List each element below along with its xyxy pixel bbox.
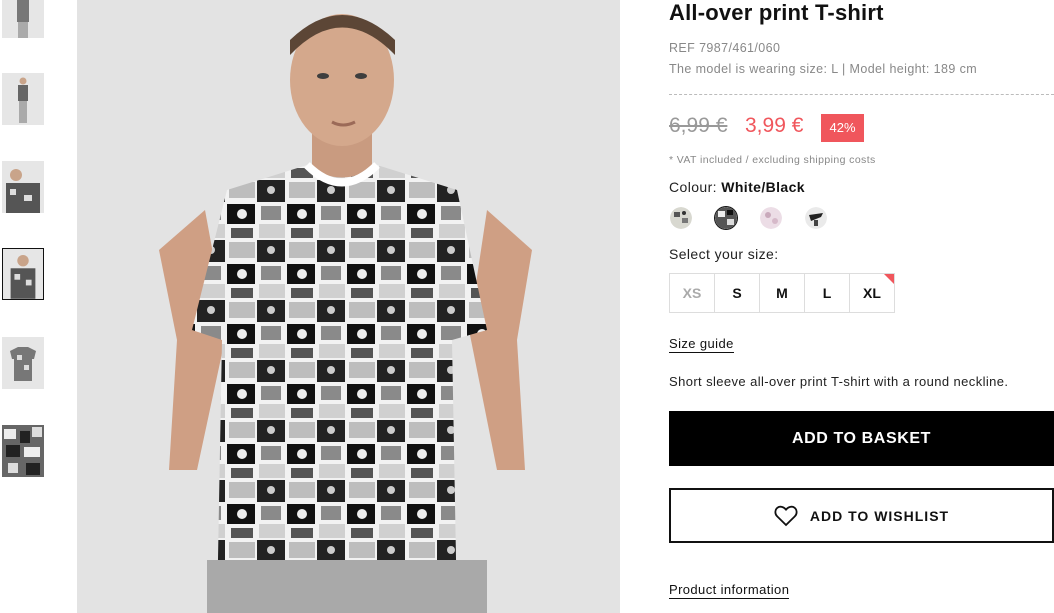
- model-wearing-tshirt-image: [77, 0, 620, 613]
- low-stock-flag-icon: [884, 274, 894, 284]
- size-option-m[interactable]: M: [760, 274, 805, 312]
- discount-badge: 42%: [821, 114, 864, 142]
- heart-outline-icon: [774, 505, 798, 526]
- product-description: Short sleeve all-over print T-shirt with…: [669, 374, 1009, 389]
- add-to-basket-button[interactable]: ADD TO BASKET: [669, 411, 1054, 466]
- main-product-image[interactable]: [77, 0, 620, 613]
- size-option-xl-label: XL: [863, 285, 881, 301]
- colour-swatches: [669, 207, 839, 229]
- colour-value: White/Black: [721, 179, 805, 195]
- thumbnail-4[interactable]: [2, 248, 44, 300]
- add-to-wishlist-button[interactable]: ADD TO WISHLIST: [669, 488, 1054, 543]
- dashed-divider: [669, 94, 1054, 95]
- colour-label-text: Colour:: [669, 179, 717, 195]
- size-option-l[interactable]: L: [805, 274, 850, 312]
- vat-note: * VAT included / excluding shipping cost…: [669, 154, 876, 166]
- model-size-info: The model is wearing size: L | Model hei…: [669, 62, 978, 76]
- colour-label: Colour: White/Black: [669, 179, 805, 195]
- sale-price: 3,99 €: [745, 114, 804, 137]
- colour-swatch-4[interactable]: [805, 207, 827, 229]
- size-selector: XS S M L XL: [669, 273, 895, 313]
- colour-swatch-white-black[interactable]: [715, 207, 737, 229]
- product-reference: REF 7987/461/060: [669, 41, 781, 55]
- add-to-wishlist-label: ADD TO WISHLIST: [809, 507, 950, 524]
- thumbnail-2[interactable]: [2, 73, 44, 125]
- product-title: All-over print T-shirt: [669, 0, 884, 25]
- size-option-s[interactable]: S: [715, 274, 760, 312]
- size-select-label: Select your size:: [669, 246, 779, 262]
- thumbnail-gallery: [0, 0, 50, 613]
- product-information-link[interactable]: Product information: [669, 582, 790, 599]
- size-option-xl[interactable]: XL: [850, 274, 894, 312]
- size-option-xs[interactable]: XS: [670, 274, 715, 312]
- add-to-basket-label: ADD TO BASKET: [791, 429, 932, 447]
- thumbnail-3[interactable]: [2, 161, 44, 213]
- thumbnail-6[interactable]: [2, 425, 44, 477]
- thumbnail-5[interactable]: [2, 337, 44, 389]
- product-info-panel: All-over print T-shirt REF 7987/461/060 …: [669, 0, 1054, 613]
- thumbnail-1[interactable]: [2, 0, 44, 38]
- colour-swatch-3[interactable]: [760, 207, 782, 229]
- size-guide-link[interactable]: Size guide: [669, 336, 734, 353]
- colour-swatch-1[interactable]: [670, 207, 692, 229]
- original-price: 6,99 €: [669, 114, 728, 137]
